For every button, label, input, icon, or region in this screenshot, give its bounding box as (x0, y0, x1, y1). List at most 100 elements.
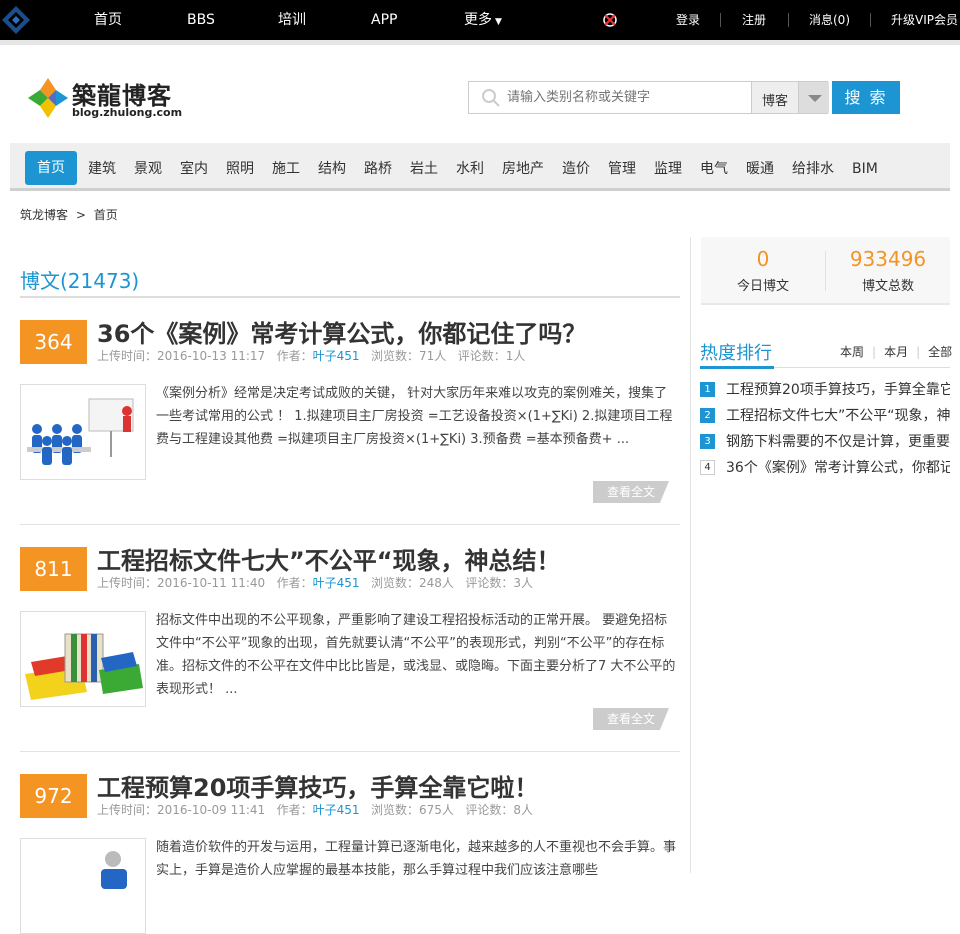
category-supervision[interactable]: 监理 (654, 154, 682, 184)
tab-all[interactable]: 全部 (928, 343, 952, 360)
read-more-button[interactable]: 查看全文 (593, 708, 669, 730)
stat-today-label: 今日博文 (736, 279, 789, 294)
stat-today: 0 今日博文 (701, 237, 825, 305)
article-thumbnail[interactable] (20, 384, 146, 480)
hot-list-link[interactable]: 工程预算20项手算技巧，手算全靠它啦！ (726, 379, 950, 401)
meta-time-label: 上传时间： (97, 803, 158, 817)
hot-ranking-title: 热度排行 (700, 343, 772, 364)
meta-comments: 1人 (505, 349, 526, 363)
hot-ranking-accent (700, 366, 774, 369)
meta-author-link[interactable]: 叶子451 (313, 349, 360, 363)
category-interior[interactable]: 室内 (180, 154, 208, 184)
stacked-books-image (25, 633, 143, 700)
category-structure[interactable]: 结构 (318, 154, 346, 184)
vip-upgrade-link[interactable]: 升级VIP会员 (891, 0, 958, 40)
article-count-badge: 364 (20, 320, 87, 364)
meta-time: 2016-10-09 11:41 (157, 803, 266, 817)
hot-list-link[interactable]: 钢筋下料需要的不仅是计算，更重要的是经验 (726, 431, 950, 453)
meta-views: 71人 (419, 349, 447, 363)
hot-list-item[interactable]: 2 工程招标文件七大”不公平“现象，神总结！ (700, 405, 950, 427)
category-bim[interactable]: BIM (852, 154, 878, 184)
header-divider (0, 40, 960, 45)
meta-author-link[interactable]: 叶子451 (313, 803, 360, 817)
stat-total: 933496 博文总数 (826, 237, 950, 305)
messages-link[interactable]: 消息(0) (809, 0, 850, 40)
category-real-estate[interactable]: 房地产 (502, 154, 544, 184)
category-management[interactable]: 管理 (608, 154, 636, 184)
presentation-figures-image (27, 398, 134, 465)
article-summary: 《案例分析》经常是决定考试成败的关键， 针对大家历年来难以攻克的案例难关，搜集了… (156, 386, 673, 447)
login-link[interactable]: 登录 (676, 0, 700, 40)
section-divider (20, 296, 680, 298)
breadcrumb: 筑龙博客 > 首页 (20, 206, 122, 223)
hot-list-link[interactable]: 工程招标文件七大”不公平“现象，神总结！ (726, 405, 950, 427)
section-title: 博文(21473) (20, 269, 140, 293)
top-nav-more-label: 更多 (464, 12, 492, 28)
meta-comments-label: 评论数： (465, 576, 514, 590)
hot-list-item[interactable]: 4 36个《案例》常考计算公式，你都记住了吗？ (700, 457, 950, 479)
article-title[interactable]: 工程预算20项手算技巧，手算全靠它啦！ (97, 768, 538, 803)
category-architecture[interactable]: 建筑 (88, 154, 116, 184)
meta-author-link[interactable]: 叶子451 (313, 576, 360, 590)
top-nav-more[interactable]: 更多 ▼ (464, 0, 502, 40)
top-nav-bbs[interactable]: BBS (187, 0, 215, 40)
article-title[interactable]: 工程招标文件七大”不公平“现象，神总结！ (97, 541, 561, 576)
breadcrumb-current: 首页 (93, 208, 118, 222)
promo-icon[interactable] (602, 12, 618, 28)
category-plumbing[interactable]: 给排水 (792, 154, 834, 184)
search-icon (482, 89, 500, 107)
blog-stats: 0 今日博文 933496 博文总数 (701, 237, 950, 305)
category-lighting[interactable]: 照明 (226, 154, 254, 184)
divider (720, 13, 721, 27)
top-nav-home[interactable]: 首页 (94, 0, 122, 40)
read-more-button[interactable]: 查看全文 (593, 481, 669, 503)
article-meta: 上传时间：2016-10-09 11:41 作者：叶子451 浏览数：675人 … (97, 801, 533, 818)
article-thumbnail[interactable] (20, 611, 146, 707)
meta-comments-label: 评论数： (465, 803, 514, 817)
register-link[interactable]: 注册 (742, 0, 766, 40)
calculator-figure-image (101, 851, 127, 889)
top-bar: 首页 BBS 培训 APP 更多 ▼ 登录 注册 消息(0) 升级VIP会员 (0, 0, 960, 40)
rank-badge: 4 (700, 460, 715, 475)
category-home[interactable]: 首页 (25, 151, 77, 185)
article-thumbnail[interactable] (20, 838, 146, 934)
zhulong-diamond-logo-icon[interactable] (0, 4, 32, 36)
category-hvac[interactable]: 暖通 (746, 154, 774, 184)
meta-time: 2016-10-11 11:40 (157, 576, 266, 590)
stat-total-value: 933496 (849, 247, 927, 271)
search-input[interactable] (507, 82, 747, 113)
tab-month[interactable]: 本月 (884, 343, 908, 360)
category-hydraulic[interactable]: 水利 (456, 154, 484, 184)
article-divider (20, 524, 680, 525)
meta-views: 675人 (419, 803, 454, 817)
column-divider (690, 237, 691, 873)
site-url: blog.zhulong.com (72, 106, 183, 119)
chevron-down-icon[interactable] (798, 82, 829, 113)
breadcrumb-blog-link[interactable]: 筑龙博客 (20, 208, 68, 222)
zhulong-pinwheel-logo-icon (28, 78, 68, 118)
meta-time: 2016-10-13 11:17 (157, 349, 266, 363)
hot-list-item[interactable]: 1 工程预算20项手算技巧，手算全靠它啦！ (700, 379, 950, 401)
category-cost[interactable]: 造价 (562, 154, 590, 184)
meta-comments: 3人 (513, 576, 534, 590)
top-nav-training[interactable]: 培训 (278, 0, 306, 40)
divider (788, 13, 789, 27)
site-logo[interactable]: 築龍博客 blog.zhulong.com (26, 76, 186, 124)
article-title[interactable]: 36个《案例》常考计算公式，你都记住了吗？ (97, 314, 586, 349)
search-button[interactable]: 搜 索 (832, 81, 900, 114)
hot-list-link[interactable]: 36个《案例》常考计算公式，你都记住了吗？ (726, 457, 950, 479)
article-summary: 随着造价软件的开发与运用，工程量计算已逐渐电化，越来越多的人不重视也不会手算。事… (156, 840, 677, 878)
top-nav-app[interactable]: APP (371, 0, 397, 40)
search-category-select[interactable]: 博客 (751, 82, 829, 113)
category-geotechnical[interactable]: 岩土 (410, 154, 438, 184)
meta-author-label: 作者： (276, 576, 313, 590)
chevron-down-icon: ▼ (495, 17, 502, 27)
category-landscape[interactable]: 景观 (134, 154, 162, 184)
category-roads-bridges[interactable]: 路桥 (364, 154, 392, 184)
category-construction[interactable]: 施工 (272, 154, 300, 184)
meta-author-label: 作者： (276, 349, 313, 363)
tab-week[interactable]: 本周 (840, 343, 864, 360)
article-divider (20, 751, 680, 752)
category-electrical[interactable]: 电气 (700, 154, 728, 184)
hot-list-item[interactable]: 3 钢筋下料需要的不仅是计算，更重要的是经验 (700, 431, 950, 453)
